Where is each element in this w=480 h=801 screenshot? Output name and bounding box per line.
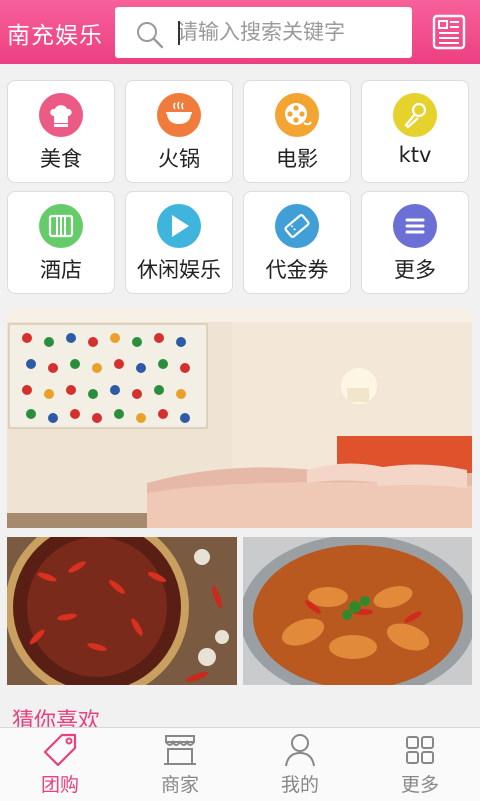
- category-voucher[interactable]: 代金券: [243, 191, 351, 294]
- tab-mine[interactable]: 我的: [240, 728, 360, 801]
- category-label: 代金券: [265, 258, 329, 282]
- hotel-icon: [39, 204, 83, 248]
- tab-group-buy[interactable]: 团购: [0, 728, 120, 801]
- news-icon[interactable]: [431, 14, 467, 50]
- search-bar[interactable]: [115, 7, 412, 58]
- category-food[interactable]: 美食: [7, 80, 115, 183]
- tab-label: 商家: [160, 774, 199, 796]
- storefront-icon: [164, 735, 196, 765]
- tab-label: 更多: [400, 774, 439, 796]
- tab-more[interactable]: 更多: [360, 728, 480, 801]
- menu-icon: [393, 204, 437, 248]
- category-hotel[interactable]: 酒店: [7, 191, 115, 294]
- microphone-icon: [393, 93, 437, 137]
- tab-merchants[interactable]: 商家: [120, 728, 240, 801]
- hotpot-icon: [157, 93, 201, 137]
- tag-icon: [43, 733, 77, 767]
- category-movie[interactable]: 电影: [243, 80, 351, 183]
- category-label: 休闲娱乐: [137, 258, 221, 282]
- category-label: 美食: [40, 147, 82, 171]
- category-ktv[interactable]: ktv: [361, 80, 469, 183]
- play-icon: [157, 204, 201, 248]
- chef-hat-icon: [39, 93, 83, 137]
- film-reel-icon: [275, 93, 319, 137]
- bottom-tab-bar: 团购 商家 我的 更多: [0, 727, 480, 801]
- text-cursor: [178, 21, 180, 45]
- tab-label: 团购: [40, 774, 79, 796]
- app-title: 南充娱乐: [7, 23, 103, 49]
- ticket-icon: [275, 204, 319, 248]
- tab-label: 我的: [280, 774, 319, 796]
- category-more[interactable]: 更多: [361, 191, 469, 294]
- banner-hotel-room[interactable]: [7, 308, 472, 528]
- photo-chicken-dish[interactable]: [243, 537, 472, 685]
- search-icon: [137, 22, 164, 49]
- photo-chili-hotpot[interactable]: [7, 537, 237, 685]
- search-input[interactable]: [177, 16, 397, 48]
- grid-icon: [406, 736, 434, 764]
- category-label: ktv: [398, 143, 432, 167]
- category-leisure[interactable]: 休闲娱乐: [125, 191, 233, 294]
- category-label: 电影: [276, 147, 318, 171]
- app-header: 南充娱乐: [0, 0, 480, 64]
- category-label: 更多: [394, 258, 436, 282]
- category-hotpot[interactable]: 火锅: [125, 80, 233, 183]
- user-icon: [285, 734, 315, 767]
- category-label: 酒店: [40, 258, 82, 282]
- category-label: 火锅: [158, 147, 200, 171]
